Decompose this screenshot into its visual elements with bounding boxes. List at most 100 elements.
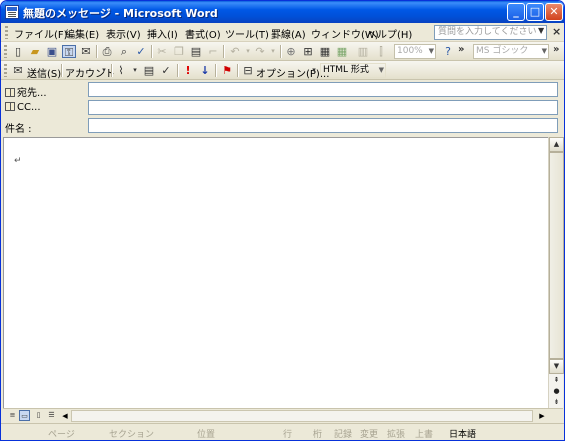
status-column: 桁 [313,430,323,440]
title-bar[interactable]: 無題のメッセージ - Microsoft Word _ □ ✕ [1,1,564,23]
account-dropdown-icon[interactable]: ▾ [97,64,111,77]
hyperlink-icon[interactable]: ⊕ [284,45,298,58]
insert-table-icon[interactable]: ▦ [318,45,332,58]
email-toolbar-grip[interactable] [4,64,7,77]
window-title: 無題のメッセージ - Microsoft Word [23,7,218,20]
paste-icon[interactable]: ▤ [189,45,203,58]
toolbar-separator [215,64,216,77]
check-names-icon[interactable]: ✓ [159,64,173,77]
next-page-icon[interactable]: ⇟ [549,396,564,408]
print-icon[interactable]: ⎙ [100,45,114,58]
status-page: ページ [48,430,75,440]
attach-dropdown-icon[interactable]: ▾ [128,64,142,77]
to-row: 宛先... [1,82,564,99]
status-record[interactable]: 記録 [334,427,352,440]
font-dropdown-icon[interactable]: ▼ [542,45,547,58]
maximize-button[interactable]: □ [526,3,544,21]
low-importance-icon[interactable]: ↓ [198,64,212,77]
to-button[interactable]: 宛先... [5,84,47,99]
menu-bar-grip[interactable] [5,26,8,39]
status-overwrite[interactable]: 上書 [415,427,433,440]
font-select[interactable]: MS ゴシック ▼ [473,44,549,59]
open-icon[interactable]: ▰ [28,45,42,58]
undo-icon[interactable]: ↶ [228,45,242,58]
email-toolbar: ✉ 送信(S) アカウント ▾ ⌇ ▾ ▤ ✓ ! ↓ ⚑ ⊟ オプション(P)… [1,61,564,80]
status-extend[interactable]: 拡張 [387,427,405,440]
redo-icon[interactable]: ↷ [253,45,267,58]
toolbar-separator [177,64,178,77]
close-document-button[interactable]: × [552,25,561,38]
attach-icon[interactable]: ⌇ [114,64,128,77]
print-layout-icon[interactable]: ▯ [33,410,44,421]
scroll-down-icon[interactable]: ▼ [549,359,564,374]
toolbar-grip[interactable] [4,45,7,58]
menu-tools[interactable]: ツール(T) [225,26,269,41]
new-icon[interactable]: ▯ [11,45,25,58]
email-icon[interactable]: ✉ [79,45,93,58]
toolbar-separator [61,64,62,77]
vertical-scrollbar[interactable]: ▲ ▼ ⇞ ● ⇟ [548,137,564,408]
message-format-select[interactable]: HTML 形式 ▼ [320,63,386,78]
flag-icon[interactable]: ⚑ [220,64,234,77]
close-button[interactable]: ✕ [545,3,563,21]
options-dropdown-icon[interactable]: ▾ [307,64,321,77]
print-preview-icon[interactable]: ⌕ [117,45,131,58]
menu-help[interactable]: ヘルプ(H) [367,26,412,41]
spelling-icon[interactable]: ✓ [134,45,148,58]
message-format-value: HTML 形式 [323,65,369,75]
address-book-icon[interactable]: ▤ [142,64,156,77]
columns-icon[interactable]: ▥ [356,45,370,58]
menu-view[interactable]: 表示(V) [106,26,141,41]
menu-table[interactable]: 罫線(A) [271,26,306,41]
cc-label: CC... [17,102,41,113]
drawing-icon[interactable]: ⫿ [374,45,388,58]
send-button[interactable]: 送信(S) [27,65,61,80]
web-layout-icon[interactable]: ▭ [19,410,30,421]
menu-insert[interactable]: 挿入(I) [147,26,178,41]
copy-icon[interactable]: ❐ [172,45,186,58]
view-and-hscroll-row: ≡ ▭ ▯ ☰ ◀ ▶ [3,408,563,422]
message-body[interactable]: ↵ [3,137,548,408]
normal-view-icon[interactable]: ≡ [7,410,18,421]
scroll-right-icon[interactable]: ▶ [536,410,548,422]
font-value: MS ゴシック [476,46,529,56]
to-field[interactable] [88,82,558,97]
menu-edit[interactable]: 編集(E) [65,26,99,41]
format-painter-icon[interactable]: ⌐ [206,45,220,58]
ask-question-dropdown-icon[interactable]: ▼ [538,26,544,35]
toolbar-separator [151,45,152,58]
message-format-dropdown-icon[interactable]: ▼ [379,64,384,77]
zoom-dropdown-icon[interactable]: ▼ [429,45,434,58]
toolbar-options-icon[interactable]: » [458,44,464,55]
vertical-scroll-thumb[interactable] [549,152,564,359]
status-section: セクション [109,430,155,440]
menu-format[interactable]: 書式(O) [185,26,221,41]
tables-borders-icon[interactable]: ⊞ [301,45,315,58]
save-icon[interactable]: ▣ [45,45,59,58]
formatting-options-icon[interactable]: » [553,44,559,55]
minimize-button[interactable]: _ [507,3,525,21]
high-importance-icon[interactable]: ! [181,64,195,77]
cc-field[interactable] [88,100,558,115]
permission-icon[interactable]: ⚿ [62,45,76,59]
help-icon[interactable]: ? [441,45,455,58]
scroll-left-icon[interactable]: ◀ [59,410,71,422]
subject-label: 件名 : [5,124,32,135]
menu-file[interactable]: ファイル(F) [14,26,68,41]
send-icon[interactable]: ✉ [11,64,25,77]
word-document-icon[interactable] [5,5,19,19]
horizontal-scroll-track[interactable] [71,410,533,422]
status-track-changes[interactable]: 変更 [360,427,378,440]
redo-dropdown-icon[interactable]: ▾ [266,45,280,58]
options-icon[interactable]: ⊟ [241,64,255,77]
scroll-up-icon[interactable]: ▲ [549,137,564,152]
ask-question-box[interactable]: 質問を入力してください [434,25,547,40]
zoom-select[interactable]: 100% ▼ [394,44,436,59]
cc-row: CC... [1,100,564,116]
cc-button[interactable]: CC... [5,102,41,113]
cut-icon[interactable]: ✂ [155,45,169,58]
outline-view-icon[interactable]: ☰ [46,410,57,421]
insert-excel-icon[interactable]: ▦ [335,45,349,58]
subject-field[interactable] [88,118,558,133]
subject-row: 件名 : [1,118,564,135]
